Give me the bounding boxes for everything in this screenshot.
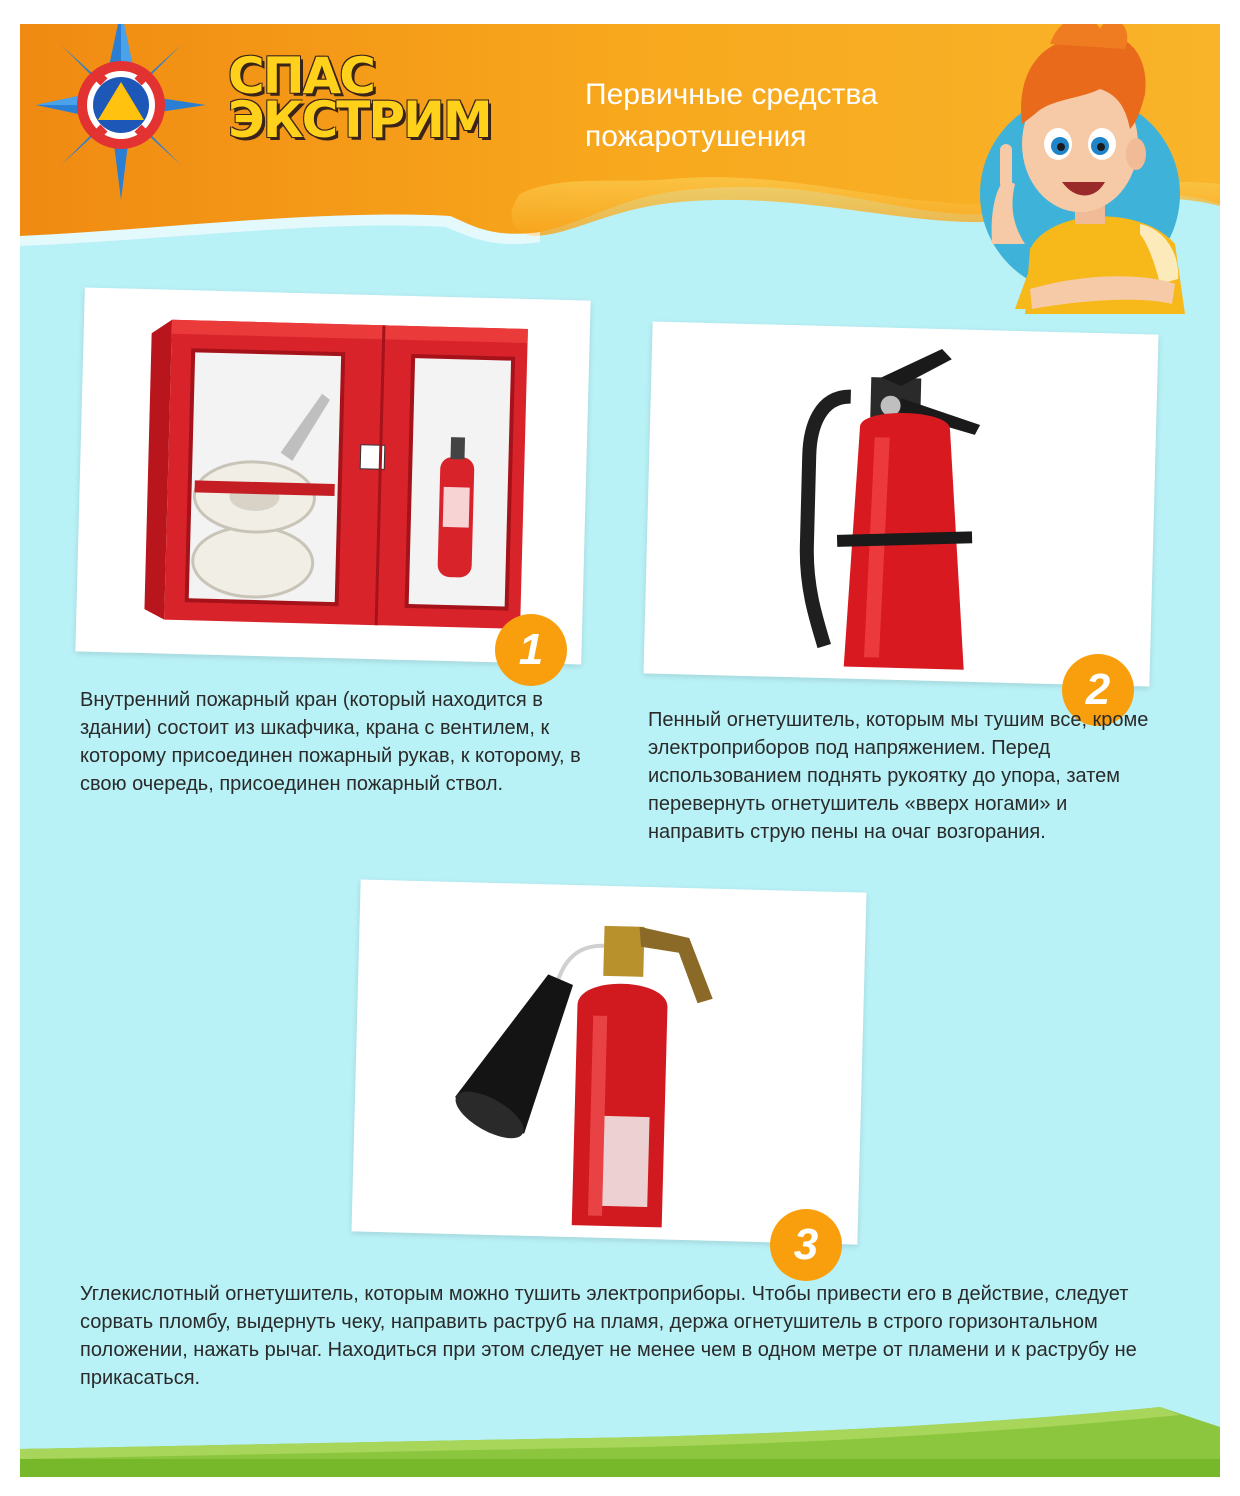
footer-grass	[20, 1407, 1220, 1477]
card-hose-cabinet	[75, 287, 591, 665]
card-foam-extinguisher	[643, 321, 1159, 687]
poster: СПАС ЭКСТРИМ Первичные средства пожароту…	[20, 24, 1220, 1477]
foam-extinguisher-icon	[799, 349, 981, 670]
co2-extinguisher-icon	[455, 925, 713, 1228]
page-title: Первичные средства пожаротушения	[585, 78, 878, 153]
item-2-description: Пенный огнетушитель, которым мы тушим вс…	[648, 709, 1149, 843]
number-badge-3: 3	[770, 1209, 842, 1281]
number-badge-1: 1	[495, 614, 567, 686]
card-co2-extinguisher	[351, 879, 867, 1245]
boy-mascot-icon	[980, 24, 1185, 314]
fire-hose-cabinet-icon	[144, 319, 528, 629]
brand-line-2: ЭКСТРИМ	[228, 91, 493, 149]
brand-logo-text: СПАС ЭКСТРИМ	[228, 51, 493, 149]
emergency-star-logo	[36, 24, 206, 200]
item-1-description: Внутренний пожарный кран (который находи…	[80, 689, 581, 795]
item-3-description: Углекислотный огнетушитель, которым можн…	[80, 1283, 1137, 1389]
